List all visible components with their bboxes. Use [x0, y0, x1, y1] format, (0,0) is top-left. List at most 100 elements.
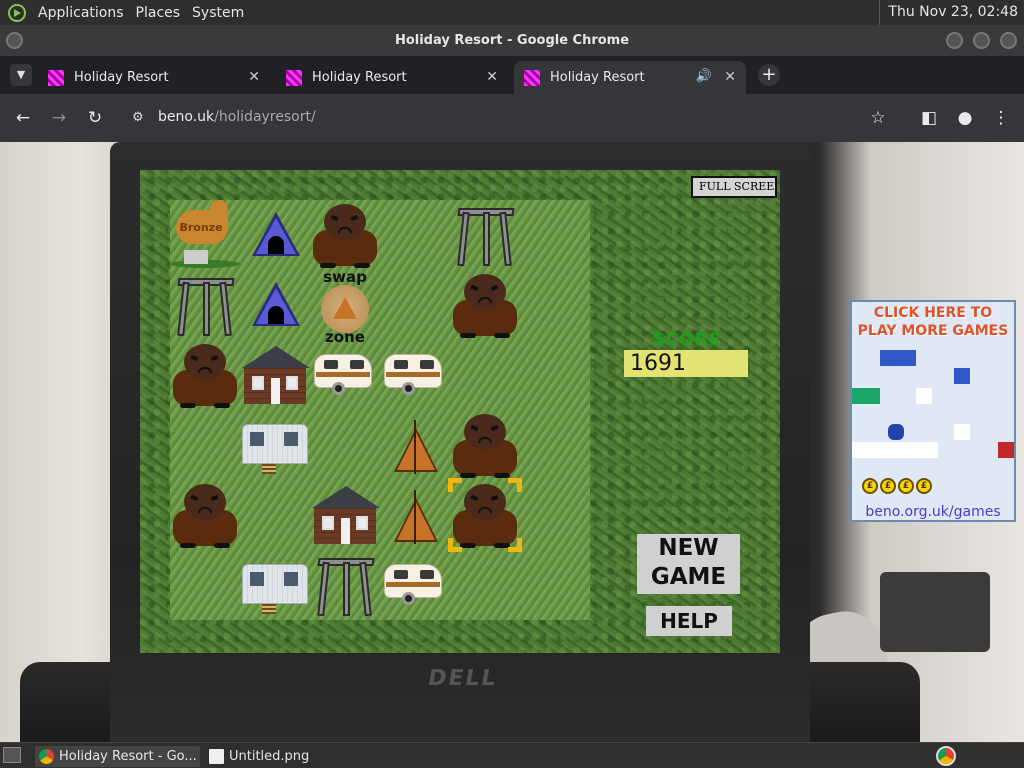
url-host: beno.uk [158, 109, 215, 125]
ad-coin-icon: £ [916, 478, 932, 494]
taskbar: Holiday Resort - Go... Untitled.png [0, 742, 1024, 768]
profile-icon[interactable]: ● [953, 106, 977, 130]
bear-mouth [198, 367, 212, 373]
show-desktop-icon[interactable] [3, 747, 21, 763]
side-panel-icon[interactable]: ◧ [917, 106, 941, 130]
board-piece-caravan[interactable] [380, 550, 450, 620]
url-text[interactable]: beno.uk/holidayresort/ [158, 109, 316, 125]
caravan-window [324, 360, 338, 369]
mobile-home-step [262, 604, 276, 614]
close-tab-icon[interactable]: ✕ [724, 69, 736, 85]
ad-heading-line1: CLICK HERE TO [873, 305, 993, 321]
chrome-icon [39, 749, 54, 764]
minimize-icon[interactable] [946, 32, 963, 49]
full-screen-button[interactable]: FULL SCREEN [691, 176, 777, 198]
favicon-icon [286, 69, 302, 86]
page-viewport: DELL Bronze swap zone FULL SCREEN SCORE 16… [0, 142, 1024, 742]
caravan-wheel [332, 382, 345, 395]
board-piece-mobile-home[interactable] [240, 550, 310, 620]
reload-button[interactable]: ↻ [83, 106, 107, 130]
tab-strip: ▼ Holiday Resort ✕ Holiday Resort ✕ Holi… [0, 56, 1024, 94]
taskbar-item-label: Holiday Resort - Go... [59, 749, 197, 764]
menu-system[interactable]: System [186, 5, 250, 21]
speaker-icon[interactable]: 🔊 [696, 69, 712, 84]
mobile-home-window [250, 432, 264, 446]
ad-coin-icon: £ [862, 478, 878, 494]
bookmark-star-icon[interactable]: ☆ [866, 106, 890, 130]
new-tab-button[interactable]: + [758, 64, 780, 86]
swap-zone[interactable]: swap zone [310, 268, 380, 346]
taskbar-item-chrome[interactable]: Holiday Resort - Go... [35, 746, 200, 767]
board-piece-caravan[interactable] [380, 340, 450, 410]
house-door [271, 378, 280, 404]
site-info-icon[interactable]: ⚙ [132, 109, 150, 127]
board-piece-caravan[interactable] [310, 340, 380, 410]
new-game-button[interactable]: NEW GAME [637, 534, 740, 594]
caravan-window [350, 360, 364, 369]
board-piece-mobile-home[interactable] [240, 410, 310, 480]
board-piece-house[interactable] [310, 480, 380, 550]
tab-3-active[interactable]: Holiday Resort 🔊 ✕ [514, 61, 746, 94]
close-tab-icon[interactable]: ✕ [486, 69, 498, 85]
bear-foot [180, 403, 196, 408]
board-piece-tripod[interactable] [450, 200, 520, 270]
tab-2[interactable]: Holiday Resort ✕ [276, 61, 508, 94]
ad-coin-icon: £ [898, 478, 914, 494]
window-title: Holiday Resort - Google Chrome [394, 33, 630, 48]
ad-heading: CLICK HERE TO PLAY MORE GAMES [852, 304, 1014, 340]
bear-head [184, 484, 226, 520]
window-titlebar[interactable]: Holiday Resort - Google Chrome [0, 25, 1024, 56]
board-piece-bear[interactable] [170, 340, 240, 410]
taskbar-item-image[interactable]: Untitled.png [205, 746, 355, 767]
back-button[interactable]: ← [11, 106, 35, 130]
board-piece-bear[interactable] [310, 200, 380, 270]
selection-corner [508, 478, 522, 492]
board-piece-bear[interactable] [170, 480, 240, 550]
ruin-leg [219, 281, 232, 337]
ruin-leg [483, 212, 490, 266]
board-piece-bronze[interactable]: Bronze [170, 200, 240, 270]
ad-link[interactable]: beno.org.uk/games [852, 504, 1014, 520]
caravan-window [394, 360, 408, 369]
menu-applications[interactable]: Applications [32, 5, 130, 21]
board-piece-tripod[interactable] [310, 550, 380, 620]
ad-block [916, 388, 932, 404]
tent-fill [397, 432, 435, 470]
house-window [322, 516, 334, 530]
house-window [356, 516, 368, 530]
menu-places[interactable]: Places [130, 5, 187, 21]
board-piece-house[interactable] [240, 340, 310, 410]
tent-door [268, 306, 284, 324]
house-roof [312, 486, 380, 508]
clock[interactable]: Thu Nov 23, 02:48 [879, 0, 1024, 25]
ruin-leg [499, 211, 512, 267]
distro-logo-icon[interactable] [8, 3, 26, 22]
ad-coin-icon: £ [880, 478, 896, 494]
game-canvas[interactable]: Bronze swap zone FULL SCREEN SCORE 1691 NE… [140, 170, 780, 653]
tab-search-button[interactable]: ▼ [10, 64, 32, 86]
tab-1[interactable]: Holiday Resort ✕ [38, 61, 270, 94]
maximize-icon[interactable] [973, 32, 990, 49]
menu-kebab-icon[interactable]: ⋮ [989, 106, 1013, 130]
board-piece-bear[interactable] [450, 410, 520, 480]
caravan-window [420, 360, 434, 369]
laptop-brand-logo: DELL [425, 666, 500, 691]
ad-block [880, 350, 916, 366]
board-piece-bear[interactable] [450, 270, 520, 340]
board-piece-tripod[interactable] [170, 270, 240, 340]
address-bar[interactable]: ⚙ beno.uk/holidayresort/ ☆ [122, 100, 912, 136]
window-menu-icon[interactable] [6, 32, 23, 49]
bear-mouth [478, 297, 492, 303]
tray-chrome-icon[interactable] [936, 746, 956, 766]
game-board[interactable]: Bronze swap zone [170, 200, 590, 620]
close-tab-icon[interactable]: ✕ [248, 69, 260, 85]
favicon-icon [48, 69, 64, 86]
more-games-ad[interactable]: CLICK HERE TO PLAY MORE GAMES £ £ £ £ be… [850, 300, 1016, 522]
background-device [880, 572, 990, 652]
bear-foot [494, 333, 510, 338]
close-window-icon[interactable] [1000, 32, 1017, 49]
forward-button[interactable]: → [47, 106, 71, 130]
favicon-icon [524, 69, 540, 86]
help-button[interactable]: HELP [646, 606, 732, 636]
caravan-window [420, 570, 434, 579]
